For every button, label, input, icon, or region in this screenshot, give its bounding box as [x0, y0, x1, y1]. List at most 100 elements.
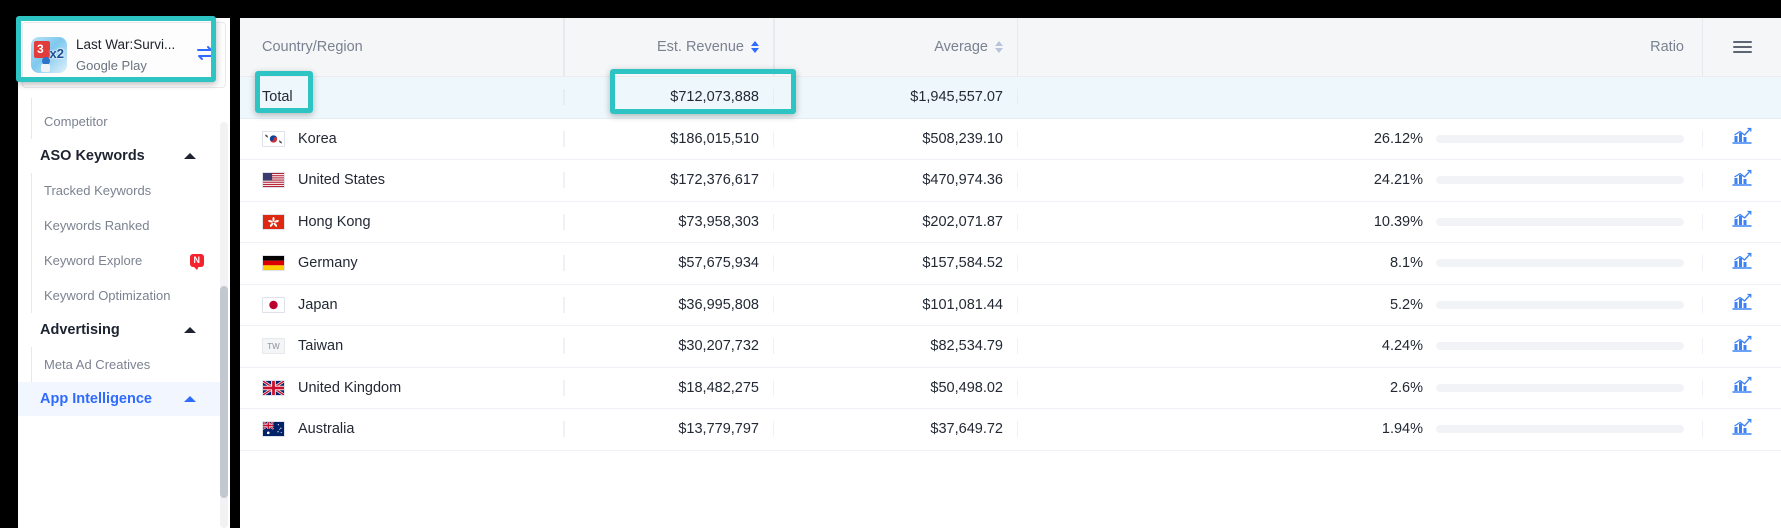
cell-average: $37,649.72: [774, 421, 1018, 438]
bar-chart-icon[interactable]: [1732, 376, 1752, 399]
ratio-bar-track: [1436, 217, 1684, 226]
hamburger-menu-icon[interactable]: [1732, 41, 1752, 53]
revenue-value: $30,207,732: [678, 338, 759, 355]
bar-chart-icon[interactable]: [1732, 210, 1752, 233]
revenue-value: $18,482,275: [678, 379, 759, 396]
revenue-value: $73,958,303: [678, 213, 759, 230]
sidebar-item-meta-ad-creatives[interactable]: Meta Ad Creatives: [18, 347, 224, 382]
cell-chart-action[interactable]: [1703, 335, 1781, 358]
cell-chart-action[interactable]: [1703, 252, 1781, 275]
bar-chart-icon[interactable]: [1732, 293, 1752, 316]
bar-chart-icon[interactable]: [1732, 335, 1752, 358]
table-row[interactable]: United Kingdom $18,482,275 $50,498.02 2.6%: [240, 368, 1781, 409]
cell-chart-action[interactable]: [1703, 210, 1781, 233]
cell-chart-action[interactable]: [1703, 293, 1781, 316]
revenue-value: $172,376,617: [670, 172, 759, 189]
table-row[interactable]: TW Taiwan $30,207,732 $82,534.79 4.24%: [240, 326, 1781, 368]
bar-chart-icon[interactable]: [1732, 169, 1752, 192]
sort-toggle-revenue[interactable]: [751, 41, 759, 53]
country-revenue-table: Country/Region Est. Revenue Average Rati…: [240, 18, 1781, 528]
table-header-row: Country/Region Est. Revenue Average Rati…: [240, 18, 1781, 77]
total-revenue-value: $712,073,888: [670, 89, 759, 106]
swap-icon[interactable]: [195, 45, 215, 66]
total-label-cell: Total: [240, 89, 564, 106]
ratio-bar-track: [1436, 176, 1684, 185]
sidebar-item-keyword-explore[interactable]: Keyword Explore N: [18, 243, 224, 278]
sidebar-item-label: Meta Ad Creatives: [44, 357, 151, 372]
sidebar-group-advertising[interactable]: Advertising: [18, 313, 224, 347]
sidebar-group-label: Advertising: [40, 322, 120, 338]
total-average-value: $1,945,557.07: [910, 89, 1003, 106]
average-value: $470,974.36: [922, 172, 1003, 189]
app-icon-last-war: 3 x2: [31, 37, 67, 73]
cell-average: $82,534.79: [774, 338, 1018, 355]
column-header-country[interactable]: Country/Region: [240, 18, 564, 76]
revenue-value: $57,675,934: [678, 255, 759, 272]
sidebar-item-label: Keywords Ranked: [44, 218, 150, 233]
cell-chart-action[interactable]: [1703, 418, 1781, 441]
column-header-revenue[interactable]: Est. Revenue: [564, 18, 774, 76]
revenue-value: $36,995,808: [678, 296, 759, 313]
column-header-average[interactable]: Average: [774, 18, 1018, 76]
new-badge: N: [189, 254, 204, 270]
app-selector-card[interactable]: 3 x2 Last War:Survi... Google Play: [22, 22, 226, 88]
cell-revenue: $30,207,732: [564, 338, 774, 355]
flag-icon-us: [262, 172, 285, 189]
cell-chart-action[interactable]: [1703, 127, 1781, 150]
total-revenue-cell: $712,073,888: [564, 89, 774, 106]
ratio-bar-track: [1436, 342, 1684, 351]
app-icon-number: 3: [37, 42, 44, 56]
flag-icon-kr: [262, 130, 285, 147]
ratio-percent: 26.12%: [1373, 130, 1423, 147]
flag-icon-gb: [262, 379, 285, 396]
sort-toggle-average[interactable]: [995, 41, 1003, 53]
chevron-up-icon: [184, 396, 196, 402]
ratio-bar-track: [1436, 425, 1684, 434]
sidebar-item-competitor[interactable]: Competitor: [18, 98, 224, 139]
bar-chart-icon[interactable]: [1732, 418, 1752, 441]
cell-ratio: 1.94%: [1018, 421, 1703, 438]
cell-ratio: 26.12%: [1018, 130, 1703, 147]
table-row[interactable]: Korea $186,015,510 $508,239.10 26.12%: [240, 119, 1781, 160]
table-row[interactable]: United States $172,376,617 $470,974.36 24.2…: [240, 160, 1781, 202]
ratio-percent: 1.94%: [1381, 421, 1423, 438]
column-header-ratio: Ratio: [1018, 18, 1703, 76]
cell-average: $50,498.02: [774, 379, 1018, 396]
column-settings-button[interactable]: [1703, 18, 1781, 76]
sidebar-item-keywords-ranked[interactable]: Keywords Ranked: [18, 208, 224, 243]
cell-revenue: $186,015,510: [564, 130, 774, 147]
cell-chart-action[interactable]: [1703, 169, 1781, 192]
sidebar-item-label: Keyword Optimization: [44, 288, 171, 303]
cell-average: $101,081.44: [774, 296, 1018, 313]
sidebar-item-keyword-optimization[interactable]: Keyword Optimization: [18, 278, 224, 313]
cell-revenue: $172,376,617: [564, 172, 774, 189]
app-card-text: Last War:Survi... Google Play: [76, 35, 193, 75]
average-value: $157,584.52: [922, 255, 1003, 272]
table-row[interactable]: Hong Kong $73,958,303 $202,071.87 10.39%: [240, 202, 1781, 243]
bar-chart-icon[interactable]: [1732, 252, 1752, 275]
country-name: Germany: [298, 255, 358, 272]
ratio-percent: 5.2%: [1389, 296, 1423, 313]
table-row[interactable]: Australia $13,779,797 $37,649.72 1.94%: [240, 409, 1781, 451]
country-name: Japan: [298, 296, 338, 313]
sidebar-scrollbar-thumb[interactable]: [220, 286, 228, 498]
cell-country: Australia: [240, 421, 564, 438]
screenshot-root: 3 x2 Last War:Survi... Google Play Compe…: [0, 0, 1781, 528]
sidebar-item-tracked-keywords[interactable]: Tracked Keywords: [18, 173, 224, 208]
average-value: $82,534.79: [930, 338, 1003, 355]
cell-revenue: $36,995,808: [564, 296, 774, 313]
flag-icon-jp: [262, 296, 285, 313]
sidebar-item-label: Keyword Explore: [44, 253, 143, 268]
cell-country: TW Taiwan: [240, 338, 564, 355]
total-label: Total: [262, 89, 293, 106]
table-row[interactable]: Germany $57,675,934 $157,584.52 8.1%: [240, 243, 1781, 285]
bar-chart-icon[interactable]: [1732, 127, 1752, 150]
table-row[interactable]: Japan $36,995,808 $101,081.44 5.2%: [240, 285, 1781, 326]
table-body: Korea $186,015,510 $508,239.10 26.12% United…: [240, 119, 1781, 451]
country-name: Australia: [298, 421, 355, 438]
sidebar-group-app-intelligence[interactable]: App Intelligence: [18, 382, 224, 416]
column-header-label: Ratio: [1650, 39, 1684, 55]
cell-country: Japan: [240, 296, 564, 313]
cell-chart-action[interactable]: [1703, 376, 1781, 399]
sidebar-group-aso-keywords[interactable]: ASO Keywords: [18, 139, 224, 173]
